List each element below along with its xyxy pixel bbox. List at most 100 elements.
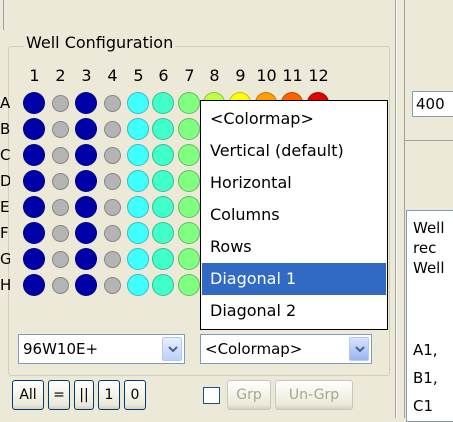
row-label[interactable]: D [0,172,10,190]
well[interactable] [51,198,69,216]
well[interactable] [178,144,200,166]
well[interactable] [103,146,121,164]
well[interactable] [127,170,149,192]
well[interactable] [23,222,45,244]
numeric-field[interactable]: 400 [412,91,453,117]
well[interactable] [75,92,97,114]
well[interactable] [103,120,121,138]
well[interactable] [75,170,97,192]
dropdown-option-horizontal[interactable]: Horizontal [202,167,386,199]
column-header[interactable]: 3 [76,66,97,86]
all-button[interactable]: All [12,380,44,410]
panel-border [404,0,405,418]
well[interactable] [152,144,174,166]
equal-button[interactable]: = [48,380,70,410]
well[interactable] [51,172,69,190]
well[interactable] [103,172,121,190]
dropdown-option-diagonal-2[interactable]: Diagonal 2 [202,295,386,327]
row-label[interactable]: E [0,198,10,216]
row-label[interactable]: B [0,120,10,138]
well[interactable] [103,94,121,112]
well[interactable] [127,248,149,270]
plate-type-combo[interactable]: 96W10E+ [18,334,185,364]
column-header[interactable]: 12 [308,66,329,86]
info-line: rec [413,239,437,257]
well[interactable] [51,276,69,294]
one-button[interactable]: 1 [98,380,120,410]
well[interactable] [75,248,97,270]
dropdown-option-columns[interactable]: Columns [202,199,386,231]
ungroup-button[interactable]: Un-Grp [275,380,353,410]
well[interactable] [178,248,200,270]
well[interactable] [152,170,174,192]
well[interactable] [152,196,174,218]
well[interactable] [75,222,97,244]
row-label[interactable]: C [0,146,10,164]
plate-type-dropdown-button[interactable] [162,337,182,361]
well[interactable] [178,274,200,296]
column-header[interactable]: 7 [179,66,200,86]
well[interactable] [127,92,149,114]
well[interactable] [127,118,149,140]
well[interactable] [75,196,97,218]
well[interactable] [178,170,200,192]
well[interactable] [51,94,69,112]
well[interactable] [23,92,45,114]
row-label[interactable]: G [0,250,10,268]
dropdown-option-vertical[interactable]: Vertical (default) [202,135,386,167]
well[interactable] [103,224,121,242]
well[interactable] [23,196,45,218]
well[interactable] [178,92,200,114]
parallel-button[interactable]: || [74,380,94,410]
well[interactable] [152,222,174,244]
well[interactable] [152,118,174,140]
column-header[interactable]: 8 [204,66,225,86]
well[interactable] [127,196,149,218]
well[interactable] [51,146,69,164]
well[interactable] [75,274,97,296]
column-header[interactable]: 9 [230,66,251,86]
column-header[interactable]: 5 [128,66,149,86]
dropdown-option-diagonal-1[interactable]: Diagonal 1 [202,263,386,295]
well[interactable] [178,222,200,244]
well[interactable] [23,248,45,270]
well[interactable] [127,144,149,166]
dropdown-option-rows[interactable]: Rows [202,231,386,263]
well[interactable] [178,196,200,218]
row-label[interactable]: F [0,224,10,242]
well[interactable] [103,198,121,216]
well[interactable] [23,118,45,140]
column-header[interactable]: 11 [282,66,303,86]
row-label[interactable]: A [0,94,10,112]
group-checkbox[interactable] [203,387,220,404]
well[interactable] [152,92,174,114]
group-button[interactable]: Grp [227,380,271,410]
well[interactable] [152,274,174,296]
colormap-combo[interactable]: <Colormap> [200,334,372,364]
well[interactable] [23,144,45,166]
well[interactable] [103,250,121,268]
info-text-box[interactable]: Well rec Well A1, B1, C1 [406,210,453,422]
row-label[interactable]: H [0,276,10,294]
colormap-dropdown-list[interactable]: <Colormap> Vertical (default) Horizontal… [200,100,388,330]
colormap-dropdown-button[interactable] [349,337,369,361]
well[interactable] [23,170,45,192]
well[interactable] [152,248,174,270]
column-header[interactable]: 4 [102,66,123,86]
well[interactable] [103,276,121,294]
well[interactable] [127,274,149,296]
well[interactable] [75,144,97,166]
well[interactable] [51,250,69,268]
column-header[interactable]: 10 [256,66,277,86]
well[interactable] [127,222,149,244]
well[interactable] [51,120,69,138]
well[interactable] [178,118,200,140]
well[interactable] [23,274,45,296]
column-header[interactable]: 2 [50,66,71,86]
column-header[interactable]: 1 [24,66,45,86]
well[interactable] [75,118,97,140]
zero-button[interactable]: 0 [124,380,146,410]
column-header[interactable]: 6 [153,66,174,86]
well[interactable] [51,224,69,242]
dropdown-option-colormap[interactable]: <Colormap> [202,103,386,135]
